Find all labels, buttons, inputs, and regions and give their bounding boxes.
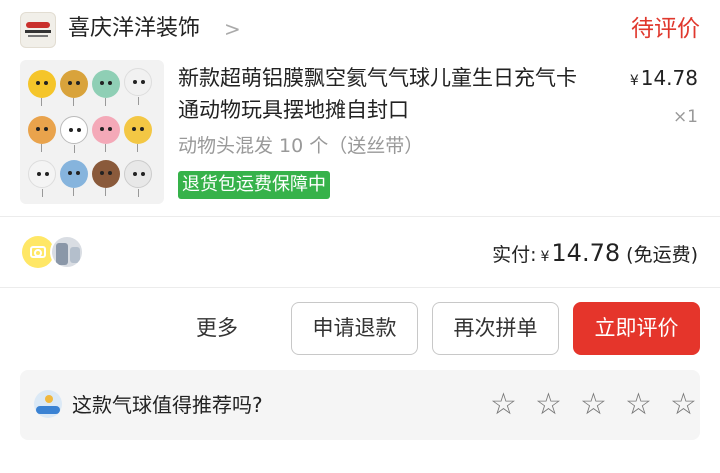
request-refund-button[interactable]: 申请退款 bbox=[291, 302, 418, 355]
return-shipping-guarantee-badge: 退货包运费保障中 bbox=[178, 171, 330, 199]
star-outline-icon[interactable]: ☆ bbox=[580, 390, 625, 420]
balloon-elephant bbox=[60, 160, 88, 196]
star-outline-icon[interactable]: ☆ bbox=[535, 390, 580, 420]
order-status: 待评价 bbox=[631, 16, 700, 42]
product-variant: 动物头混发 10 个（送丝带） bbox=[178, 135, 424, 157]
paid-label: 实付: bbox=[492, 244, 537, 266]
recommend-question: 这款气球值得推荐吗? bbox=[72, 393, 263, 417]
divider bbox=[0, 216, 720, 217]
balloon-cat bbox=[124, 160, 152, 197]
surfer-emoji-icon bbox=[34, 390, 62, 418]
star-rating[interactable]: ☆ ☆ ☆ ☆ ☆ bbox=[490, 390, 715, 420]
price-value: 14.78 bbox=[640, 66, 698, 90]
unit-price: ¥14.78 bbox=[630, 64, 698, 95]
quantity: ×1 bbox=[672, 107, 698, 127]
store-name[interactable]: 喜庆洋洋装饰 bbox=[68, 14, 200, 44]
divider bbox=[0, 287, 720, 288]
balloon-pig bbox=[92, 116, 120, 152]
star-outline-icon[interactable]: ☆ bbox=[670, 390, 715, 420]
balloon-lion bbox=[60, 70, 88, 106]
star-outline-icon[interactable]: ☆ bbox=[625, 390, 670, 420]
balloon-tiger bbox=[124, 116, 152, 152]
buy-again-button[interactable]: 再次拼单 bbox=[432, 302, 559, 355]
balloon-frog bbox=[92, 70, 120, 106]
balloon-bunny bbox=[124, 68, 152, 105]
product-title[interactable]: 新款超萌铝膜飘空氦气气球儿童生日充气卡通动物玩具摆地摊自封口 bbox=[178, 62, 588, 126]
star-outline-icon[interactable]: ☆ bbox=[490, 390, 535, 420]
store-logo[interactable] bbox=[20, 12, 56, 48]
avatar bbox=[50, 235, 84, 269]
more-button[interactable]: 更多 bbox=[196, 313, 238, 343]
balloon-panda bbox=[60, 116, 88, 153]
paid-value: 14.78 bbox=[551, 239, 621, 267]
paid-currency: ¥ bbox=[540, 249, 550, 265]
store-header[interactable]: 喜庆洋洋装饰 > 待评价 bbox=[0, 0, 720, 60]
balloon-duck bbox=[28, 70, 56, 106]
recommend-prompt: 这款气球值得推荐吗? ☆ ☆ ☆ ☆ ☆ bbox=[20, 370, 700, 440]
balloon-monkey bbox=[92, 160, 120, 196]
shipping-note: (免运费) bbox=[626, 244, 698, 266]
review-now-button[interactable]: 立即评价 bbox=[573, 302, 700, 355]
balloon-bear bbox=[28, 116, 56, 152]
currency-symbol: ¥ bbox=[629, 73, 639, 89]
balloon-sheep bbox=[28, 160, 56, 197]
product-image[interactable] bbox=[20, 60, 164, 204]
paid-amount: 实付: ¥14.78 (免运费) bbox=[492, 238, 698, 272]
chevron-right-icon[interactable]: > bbox=[224, 14, 241, 44]
